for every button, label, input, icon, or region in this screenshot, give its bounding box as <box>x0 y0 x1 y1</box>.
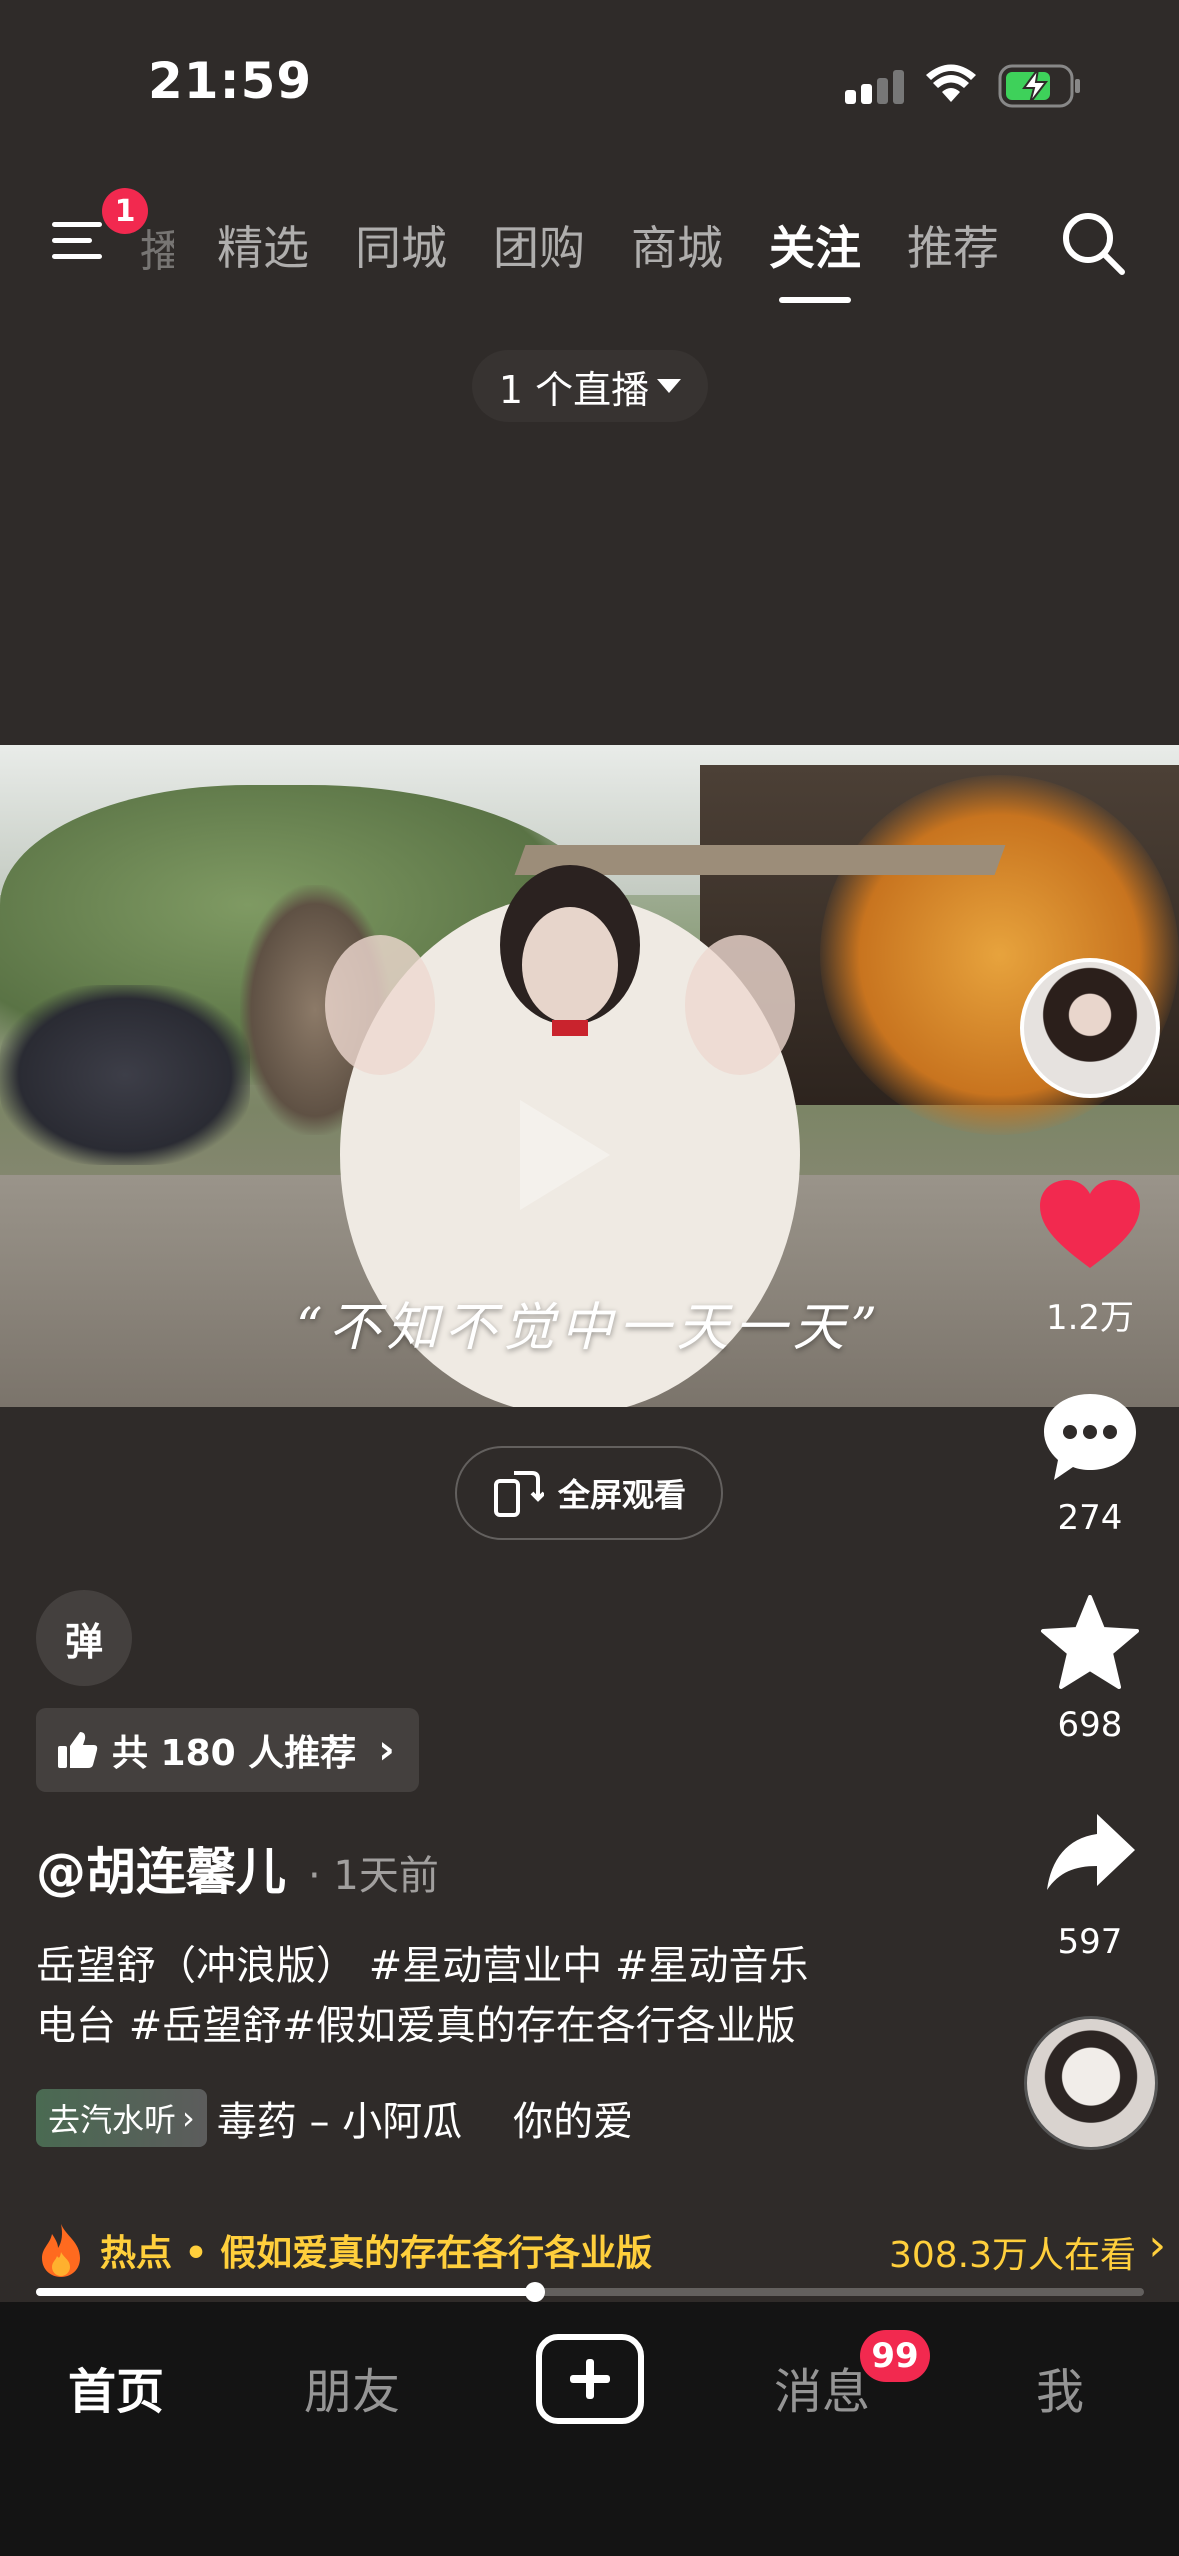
comment-icon[interactable] <box>1040 1390 1140 1486</box>
description-line: 岳望舒（冲浪版） #星动营业中 #星动音乐 <box>36 1943 809 1989</box>
active-tab-indicator <box>779 297 851 303</box>
progress-fill <box>36 2288 535 2296</box>
fire-icon <box>42 2224 80 2277</box>
chevron-right-icon: › <box>182 2099 195 2137</box>
wifi-icon <box>926 64 976 102</box>
video-subtitle: “不知不觉中一天一天” <box>295 1298 884 1358</box>
nav-home[interactable]: 首页 <box>68 2352 164 2422</box>
nav-messages[interactable]: 消息 <box>774 2352 870 2422</box>
comment-count: 274 <box>1057 1498 1123 1538</box>
like-count: 1.2万 <box>1045 1298 1135 1338</box>
trending-topic-text: 热点 • 假如爱真的存在各行各业版 <box>100 2233 653 2274</box>
video-progress-bar[interactable] <box>36 2282 1144 2302</box>
heart-icon[interactable] <box>1040 1180 1140 1270</box>
live-stream-label: 1 个直播 <box>498 367 650 412</box>
post-time: · 1天前 <box>308 1853 439 1899</box>
create-post-button[interactable] <box>536 2334 644 2424</box>
nav-me[interactable]: 我 <box>1036 2352 1084 2422</box>
danmaku-toggle-button[interactable]: 弹 <box>36 1590 132 1686</box>
tab-following[interactable]: 关注 <box>769 212 861 278</box>
author-name[interactable]: @胡连馨儿 <box>36 1832 286 1904</box>
plus-icon <box>570 2359 610 2399</box>
tab-live-partial[interactable]: 播 <box>140 215 174 279</box>
author-avatar[interactable] <box>1020 958 1160 1098</box>
search-icon[interactable] <box>1060 210 1126 276</box>
status-time: 21:59 <box>148 52 313 110</box>
rotate-screen-icon <box>493 1471 544 1517</box>
nav-friends[interactable]: 朋友 <box>304 2352 400 2422</box>
progress-knob[interactable] <box>524 2282 545 2302</box>
menu-icon[interactable] <box>52 216 108 266</box>
fullscreen-button[interactable]: 全屏观看 <box>455 1446 723 1540</box>
fullscreen-label: 全屏观看 <box>557 1476 686 1514</box>
messages-badge: 99 <box>860 2330 930 2382</box>
thumbs-up-icon <box>58 1732 98 1768</box>
star-icon[interactable] <box>1040 1595 1140 1691</box>
tab-local[interactable]: 同城 <box>355 212 447 278</box>
tab-featured[interactable]: 精选 <box>217 212 309 278</box>
post-author-line: @胡连馨儿 · 1天前 <box>36 1832 439 1904</box>
chevron-right-icon: › <box>378 1727 395 1773</box>
music-disc-avatar[interactable] <box>1024 2016 1158 2150</box>
listen-label: 去汽水听 <box>48 2101 177 2139</box>
battery-charging-icon <box>998 64 1080 108</box>
tab-mall[interactable]: 商城 <box>631 212 723 278</box>
favorite-count: 698 <box>1057 1705 1123 1745</box>
chevron-right-icon: › <box>1148 2220 1166 2271</box>
music-title: 毒药 – 小阿瓜 你的爱 <box>216 2099 634 2145</box>
trending-topic-bar[interactable]: 热点 • 假如爱真的存在各行各业版 308.3万人在看 › <box>36 2220 1166 2280</box>
description-line: 电台 #岳望舒#假如爱真的存在各行各业版 <box>36 2003 796 2049</box>
share-icon[interactable] <box>1045 1812 1137 1892</box>
post-description[interactable]: 岳望舒（冲浪版） #星动营业中 #星动音乐 电台 #岳望舒#假如爱真的存在各行各… <box>36 1936 916 2056</box>
tab-recommend[interactable]: 推荐 <box>907 212 999 278</box>
recommend-count-label: 共 180 人推荐 <box>112 1733 357 1774</box>
caret-down-icon <box>657 379 682 393</box>
live-stream-dropdown[interactable]: 1 个直播 <box>472 350 708 422</box>
play-icon <box>520 1100 610 1210</box>
cellular-signal-icon <box>845 70 904 104</box>
recommend-count-button[interactable]: 共 180 人推荐 › <box>36 1708 419 1792</box>
tab-group-buy[interactable]: 团购 <box>493 212 585 278</box>
share-count: 597 <box>1057 1922 1123 1962</box>
trending-viewers: 308.3万人在看 <box>888 2235 1136 2276</box>
listen-in-qishui-button[interactable]: 去汽水听 › <box>36 2089 207 2147</box>
music-row[interactable]: 去汽水听 › 毒药 – 小阿瓜 你的爱 <box>36 2088 897 2148</box>
